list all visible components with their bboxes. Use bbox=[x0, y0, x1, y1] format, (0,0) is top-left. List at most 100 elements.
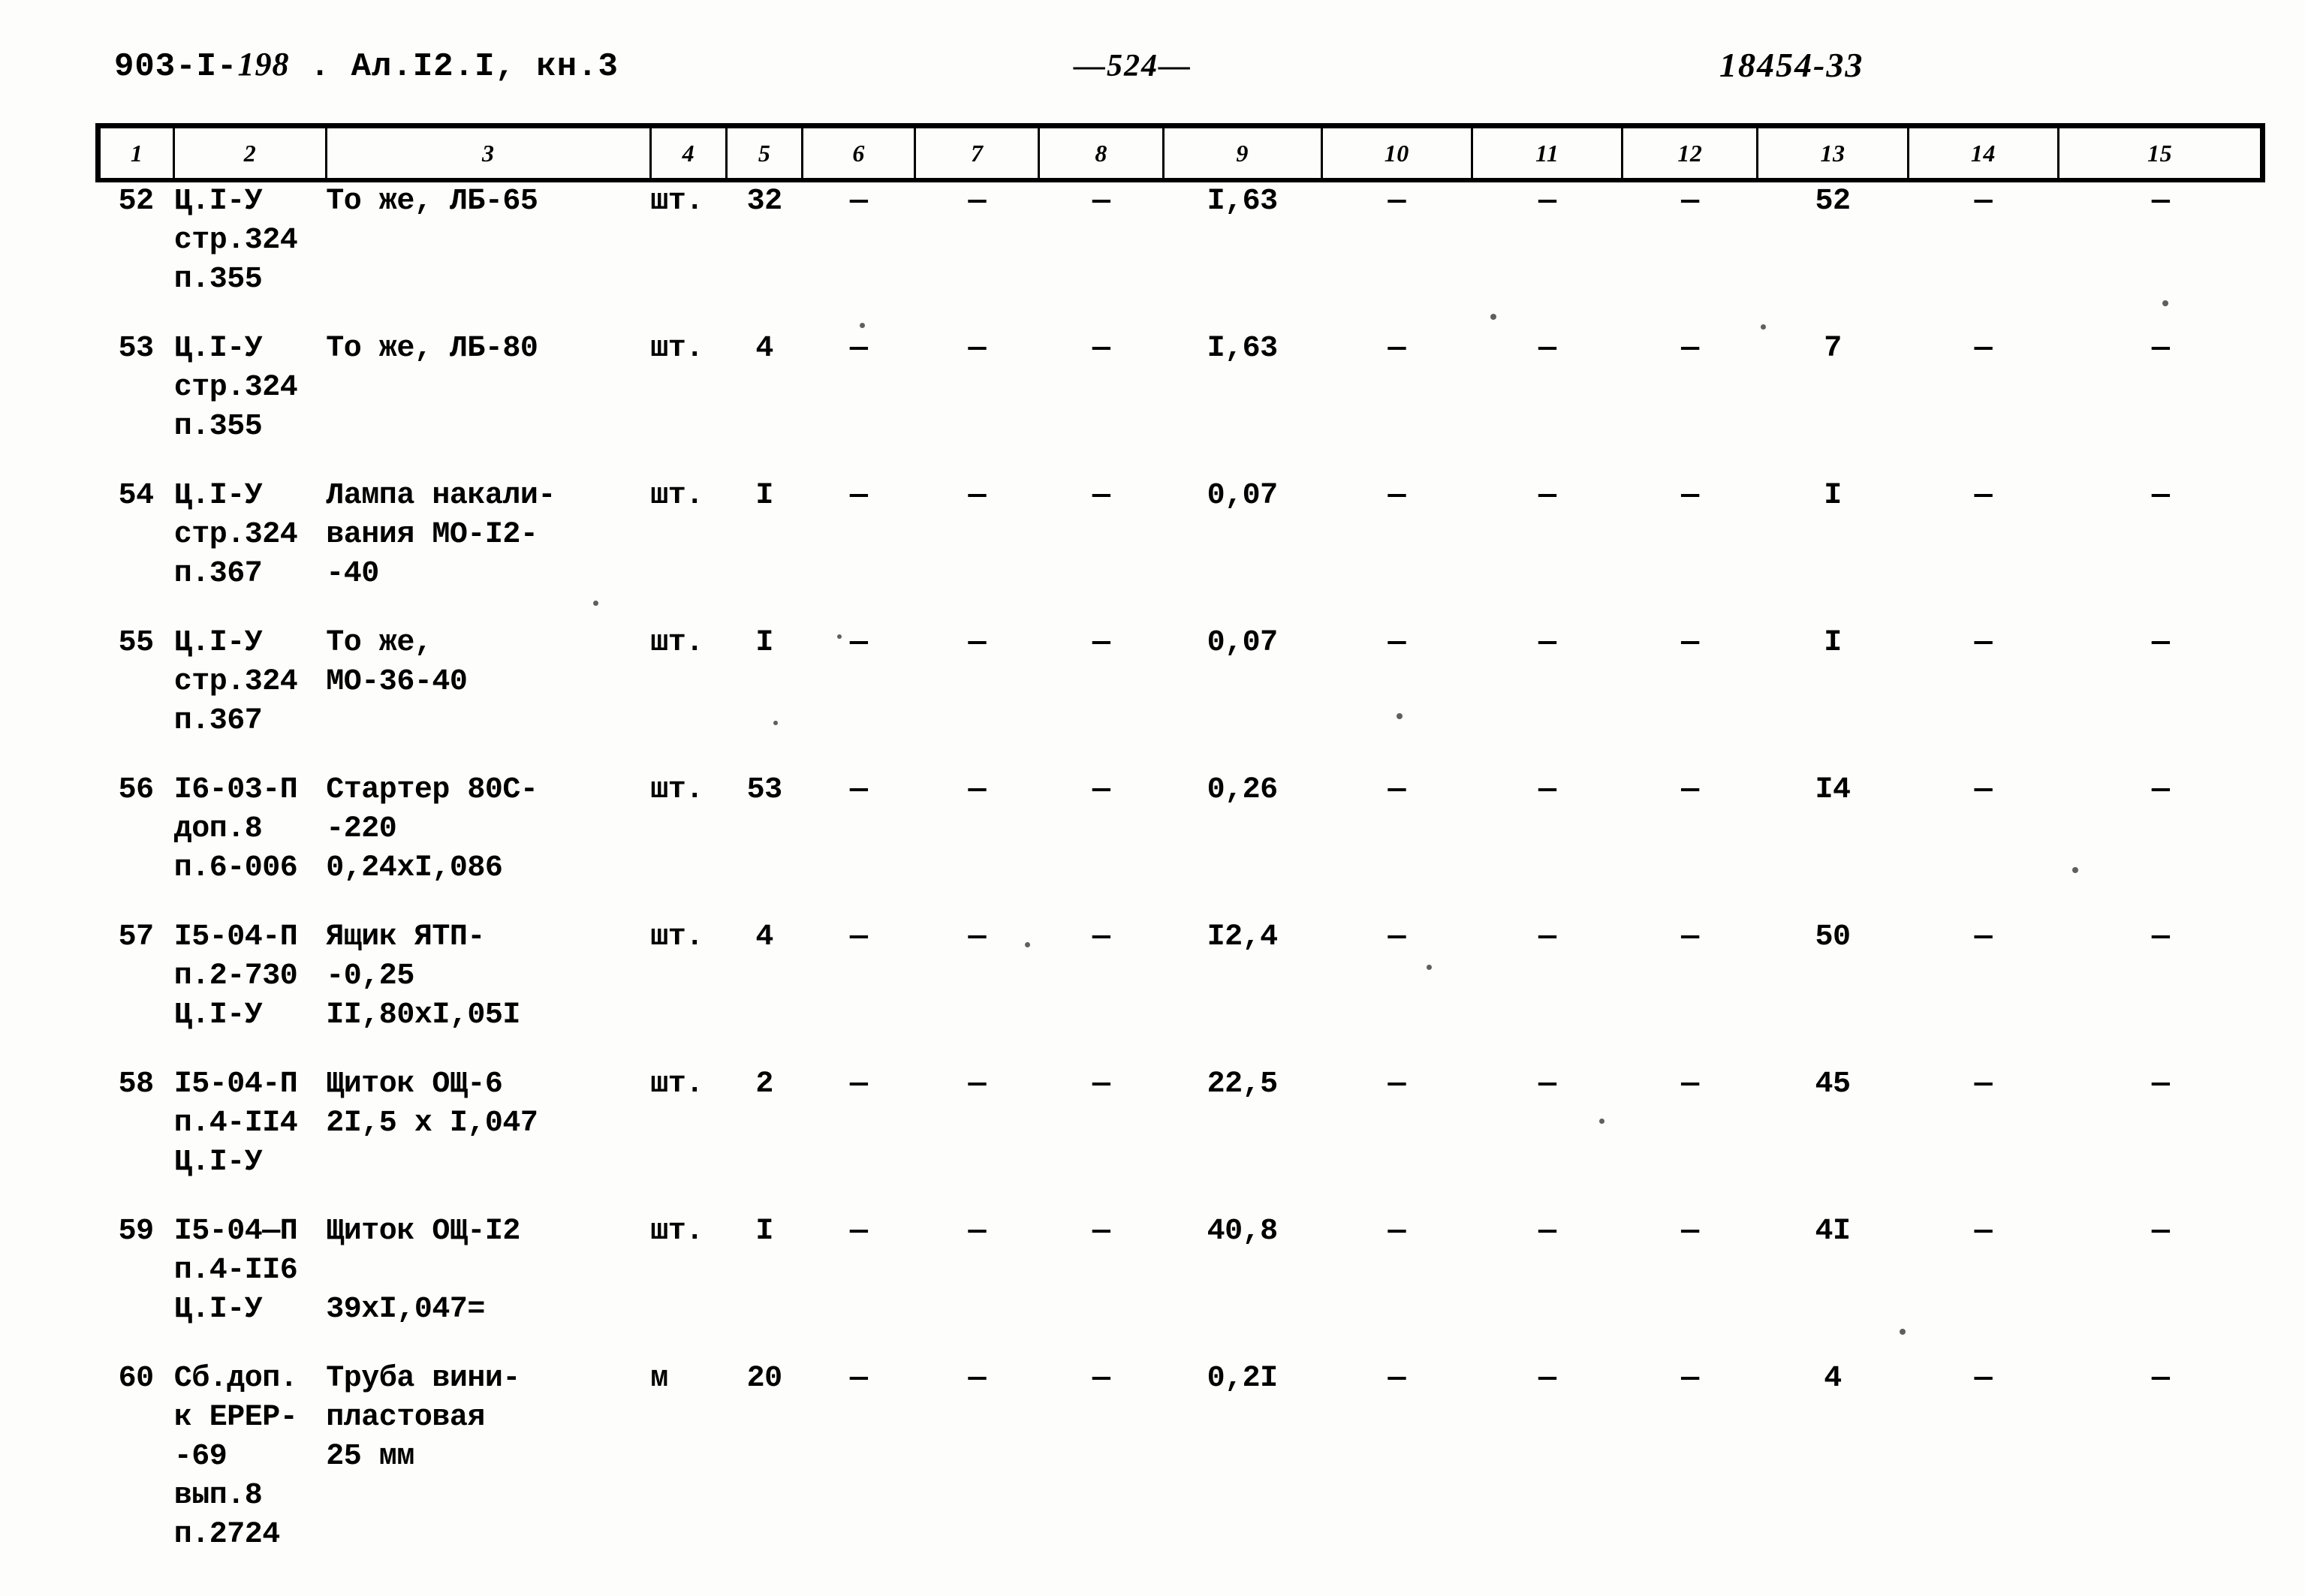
row-col9-cell-text: 0,26 bbox=[1207, 773, 1279, 807]
row-col12-cell: — bbox=[1623, 477, 1758, 594]
row-col12-cell-text: — bbox=[1681, 626, 1699, 660]
column-header-13: 13 bbox=[1756, 123, 1909, 182]
row-spacer bbox=[98, 1182, 2263, 1212]
row-col10-cell-text: — bbox=[1388, 1068, 1406, 1101]
row-col14-cell-text: — bbox=[1974, 185, 1993, 218]
row-col8-cell: — bbox=[1039, 624, 1163, 741]
table-body: 52 Ц.I-У стр.324 п.355 То же, ЛБ-65 шт. 32 — —… bbox=[98, 180, 2263, 1585]
row-spacer bbox=[98, 1555, 2263, 1585]
row-col9-cell-text: 0,2I bbox=[1207, 1362, 1279, 1396]
row-spacer bbox=[98, 300, 2263, 330]
row-col10-cell: — bbox=[1321, 477, 1472, 594]
row-unit-cell: шт. bbox=[650, 477, 726, 594]
row-col11-cell-text: — bbox=[1538, 479, 1556, 513]
row-col15-cell-text: — bbox=[2151, 332, 2170, 366]
row-col13-cell: 4 bbox=[1758, 1360, 1908, 1555]
row-col15-cell-text: — bbox=[2151, 185, 2170, 218]
row-code-cell: I6-03-П доп.8 п.6-006 bbox=[174, 771, 327, 888]
row-spacer bbox=[98, 888, 2263, 918]
row-spacer bbox=[98, 447, 2263, 477]
column-header-3: 3 bbox=[324, 123, 652, 182]
row-col6-cell: — bbox=[803, 624, 915, 741]
row-col11-cell: — bbox=[1472, 477, 1622, 594]
row-quantity-cell-text: 20 bbox=[746, 1362, 783, 1396]
row-col14-cell: — bbox=[1908, 918, 2058, 1035]
row-col11-cell-text: — bbox=[1538, 1068, 1556, 1101]
row-col12-cell: — bbox=[1623, 1212, 1758, 1329]
row-number-cell-text: 56 bbox=[118, 773, 155, 807]
row-col10-cell-text: — bbox=[1388, 920, 1406, 954]
row-name-cell-text: Лампа накали- вания МО-I2- -40 bbox=[326, 479, 556, 591]
column-header-6: 6 bbox=[801, 123, 917, 182]
column-header-11: 11 bbox=[1470, 123, 1624, 182]
row-number-cell: 59 bbox=[98, 1212, 174, 1329]
row-col8-cell: — bbox=[1039, 1065, 1163, 1182]
scan-speck bbox=[2162, 300, 2168, 306]
row-col14-cell: — bbox=[1908, 624, 2058, 741]
table-header-row: 1 2 3 4 5 6 7 8 9 10 11 12 13 14 15 bbox=[95, 123, 2265, 182]
row-col9-cell: 22,5 bbox=[1163, 1065, 1321, 1182]
row-col8-cell-text: — bbox=[1092, 626, 1110, 660]
row-col8-cell: — bbox=[1039, 180, 1163, 300]
row-col12-cell-text: — bbox=[1681, 479, 1699, 513]
row-unit-cell: шт. bbox=[650, 1212, 726, 1329]
row-col10-cell: — bbox=[1321, 1212, 1472, 1329]
row-col7-cell: — bbox=[915, 477, 1039, 594]
row-col12-cell-text: — bbox=[1681, 1362, 1699, 1396]
column-header-10: 10 bbox=[1320, 123, 1473, 182]
row-col15-cell: — bbox=[2059, 624, 2263, 741]
row-col8-cell-text: — bbox=[1092, 1215, 1110, 1248]
row-col9-cell: I,63 bbox=[1163, 330, 1321, 447]
row-name-cell-text: То же, МО-36-40 bbox=[326, 626, 468, 699]
row-col6-cell-text: — bbox=[849, 1362, 868, 1396]
row-col12-cell: — bbox=[1623, 180, 1758, 300]
row-number-cell-text: 53 bbox=[118, 332, 155, 366]
row-spacer-cell bbox=[98, 447, 2263, 477]
row-number-cell-text: 54 bbox=[118, 479, 155, 513]
row-spacer-cell bbox=[98, 741, 2263, 771]
column-header-1: 1 bbox=[95, 123, 176, 182]
row-col11-cell-text: — bbox=[1538, 185, 1556, 218]
row-number-cell-text: 55 bbox=[118, 626, 155, 660]
row-col11-cell-text: — bbox=[1538, 1362, 1556, 1396]
row-col7-cell-text: — bbox=[968, 773, 986, 807]
row-quantity-cell: 4 bbox=[726, 330, 802, 447]
row-name-cell-text: То же, ЛБ-65 bbox=[326, 185, 538, 218]
row-col14-cell: — bbox=[1908, 1065, 2058, 1182]
row-col15-cell-text: — bbox=[2151, 1215, 2170, 1248]
row-col13-cell-text: 45 bbox=[1815, 1068, 1851, 1101]
row-col13-cell: 45 bbox=[1758, 1065, 1908, 1182]
row-col10-cell-text: — bbox=[1388, 626, 1406, 660]
row-col12-cell-text: — bbox=[1681, 920, 1699, 954]
row-unit-cell-text: шт. bbox=[650, 332, 704, 366]
row-col9-cell-text: 40,8 bbox=[1207, 1215, 1279, 1248]
row-col15-cell: — bbox=[2059, 1065, 2263, 1182]
row-col11-cell-text: — bbox=[1538, 1215, 1556, 1248]
row-col14-cell-text: — bbox=[1974, 1362, 1993, 1396]
document-code: 903-I-198 . Ал.I2.I, кн.3 bbox=[114, 45, 619, 86]
row-quantity-cell: I bbox=[726, 477, 802, 594]
row-col7-cell: — bbox=[915, 624, 1039, 741]
row-col14-cell-text: — bbox=[1974, 1068, 1993, 1101]
row-col13-cell-text: 4 bbox=[1824, 1362, 1842, 1396]
row-name-cell: Лампа накали- вания МО-I2- -40 bbox=[326, 477, 650, 594]
row-col15-cell: — bbox=[2059, 918, 2263, 1035]
row-col12-cell: — bbox=[1623, 918, 1758, 1035]
row-code-cell: I5-04-П п.4-II4 Ц.I-У bbox=[174, 1065, 327, 1182]
row-col15-cell: — bbox=[2059, 1360, 2263, 1555]
row-number-cell-text: 52 bbox=[118, 185, 155, 218]
row-col8-cell-text: — bbox=[1092, 920, 1110, 954]
row-col14-cell: — bbox=[1908, 1360, 2058, 1555]
row-name-cell: Щиток ОЩ-6 2I,5 х I,047 bbox=[326, 1065, 650, 1182]
row-col8-cell: — bbox=[1039, 1360, 1163, 1555]
row-col9-cell: 0,26 bbox=[1163, 771, 1321, 888]
row-number-cell: 60 bbox=[98, 1360, 174, 1555]
row-col14-cell: — bbox=[1908, 330, 2058, 447]
row-col7-cell: — bbox=[915, 1065, 1039, 1182]
row-code-cell-text: Ц.I-У стр.324 п.367 bbox=[173, 626, 298, 738]
row-unit-cell: шт. bbox=[650, 330, 726, 447]
table-row: 57 I5-04-П п.2-730 Ц.I-У Ящик ЯТП- -0,25 I… bbox=[98, 918, 2263, 1035]
row-col8-cell: — bbox=[1039, 477, 1163, 594]
row-col7-cell-text: — bbox=[968, 332, 986, 366]
row-col10-cell-text: — bbox=[1388, 1215, 1406, 1248]
